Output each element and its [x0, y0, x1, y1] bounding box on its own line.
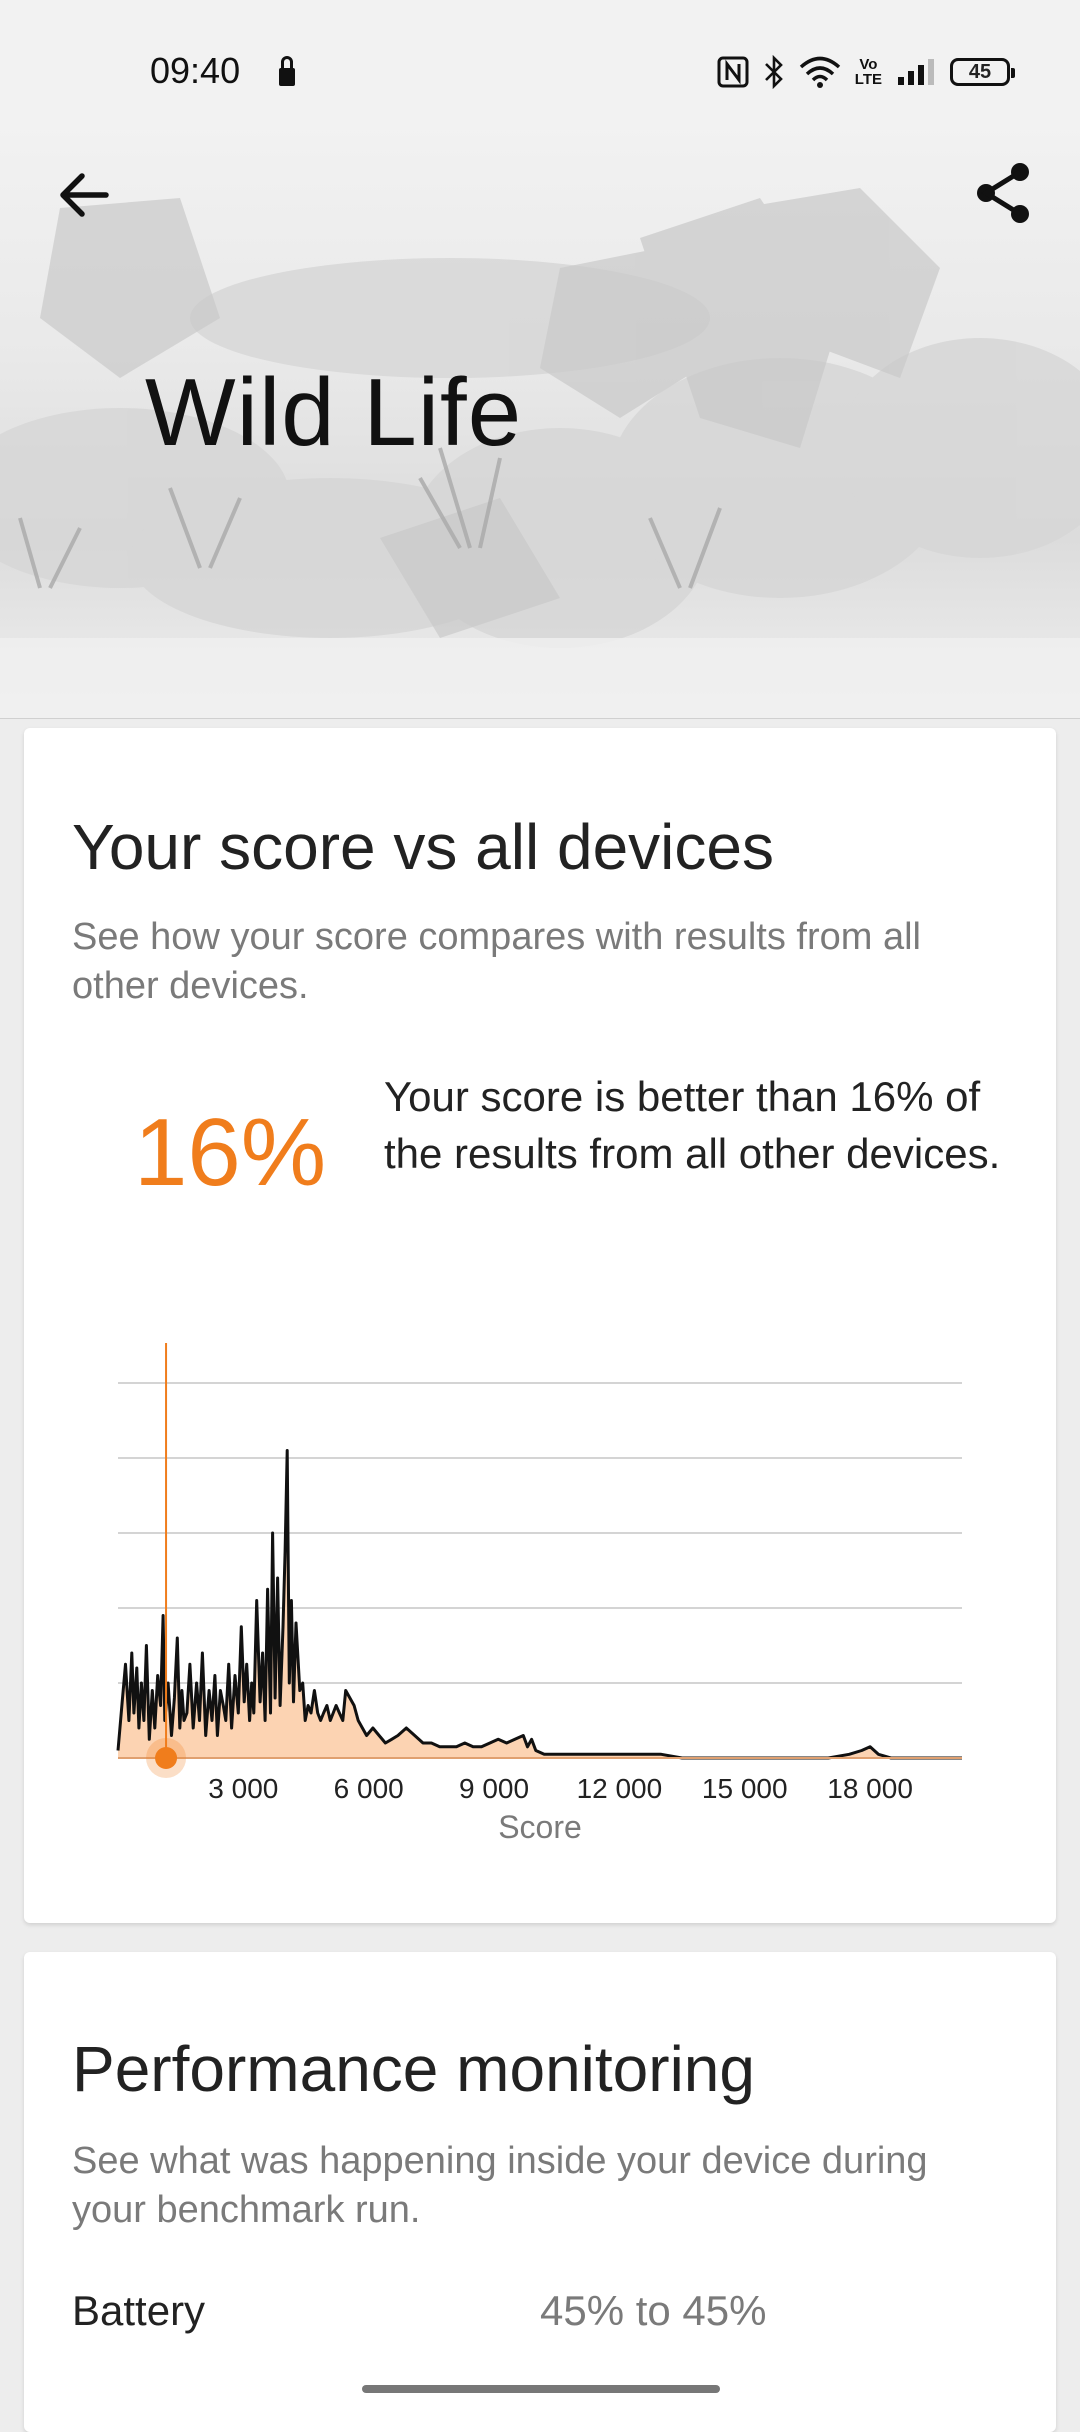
back-arrow-icon[interactable]: [50, 160, 120, 230]
nfc-icon: [717, 56, 749, 88]
performance-monitoring-card: Performance monitoring See what was happ…: [24, 1952, 1056, 2432]
volte-icon: Vo LTE: [855, 57, 882, 87]
x-axis-tick-labels: 3 000 6 000 9 000 12 000 15 000 18 000: [208, 1773, 913, 1804]
page-title: Wild Life: [145, 359, 523, 466]
performance-card-title: Performance monitoring: [72, 2033, 755, 2105]
battery-icon: 45: [950, 58, 1015, 86]
signal-icon: [896, 57, 936, 87]
score-distribution-chart: 3 000 6 000 9 000 12 000 15 000 18 000 Score: [116, 1343, 962, 1845]
volte-top-label: Vo: [859, 56, 878, 73]
score-percentile-description: Your score is better than 16% of the res…: [384, 1073, 1001, 1177]
score-percentile: 16%: [134, 1099, 327, 1206]
x-tick-label: 15 000: [702, 1773, 788, 1804]
home-indicator[interactable]: [362, 2385, 720, 2393]
hero-header: Wild Life: [0, 118, 1080, 719]
score-card-subtitle: See how your score compares with results…: [72, 916, 921, 1007]
score-card-title: Your score vs all devices: [72, 811, 774, 883]
x-tick-label: 18 000: [827, 1773, 913, 1804]
your-score-marker: [155, 1747, 178, 1769]
status-icons: Vo LTE 45: [717, 52, 1015, 92]
x-axis-label: Score: [498, 1809, 582, 1845]
bluetooth-icon: [763, 55, 785, 89]
status-time: 09:40: [150, 50, 241, 91]
volte-bottom-label: LTE: [854, 71, 882, 88]
x-tick-label: 12 000: [577, 1773, 663, 1804]
battery-row-label: Battery: [72, 2287, 206, 2334]
share-icon[interactable]: [968, 158, 1038, 228]
battery-row-value: 45% to 45%: [540, 2287, 767, 2334]
x-tick-label: 9 000: [459, 1773, 529, 1804]
distribution-area-fill: [118, 1450, 962, 1758]
wifi-icon: [799, 56, 841, 88]
score-comparison-card: Your score vs all devices See how your s…: [24, 728, 1056, 1923]
lock-icon: [279, 56, 295, 86]
x-tick-label: 3 000: [208, 1773, 278, 1804]
chart-grid: [118, 1382, 962, 1684]
x-tick-label: 6 000: [334, 1773, 404, 1804]
status-bar: 09:40 Vo LTE 45: [0, 0, 1080, 118]
performance-card-subtitle: See what was happening inside your devic…: [72, 2140, 928, 2231]
